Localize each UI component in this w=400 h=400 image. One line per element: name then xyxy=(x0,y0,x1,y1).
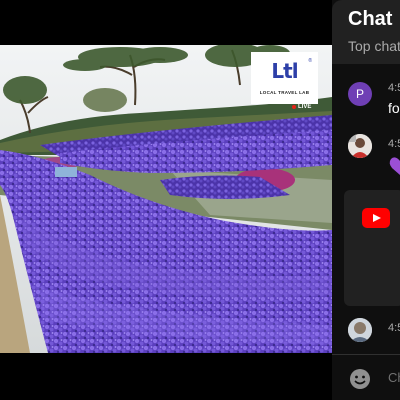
brand-name: LOCAL TRAVEL LAB xyxy=(259,90,310,95)
chat-input-bar: Ch xyxy=(332,354,400,400)
message-timestamp: 4:5 xyxy=(388,138,400,150)
chat-input-field[interactable]: Ch xyxy=(388,370,400,385)
registered-mark: ® xyxy=(308,58,312,64)
chat-title: Chat xyxy=(348,8,393,30)
live-chat-panel: Chat Top chat P 4:5 fo 4:5 4:5 xyxy=(332,0,400,400)
live-badge: LIVE xyxy=(292,104,311,110)
chat-mode-selector[interactable]: Top chat xyxy=(348,38,400,54)
avatar[interactable] xyxy=(348,318,372,342)
live-label: LIVE xyxy=(298,104,312,110)
youtube-logo-icon xyxy=(362,208,390,228)
live-dot-icon xyxy=(292,105,296,109)
message-timestamp: 4:5 xyxy=(388,82,400,94)
chat-header: Chat Top chat xyxy=(332,0,400,64)
avatar[interactable] xyxy=(348,134,372,158)
promo-card[interactable] xyxy=(344,190,400,306)
brand-logo: Ltl ® LOCAL TRAVEL LAB xyxy=(251,52,318,104)
purple-heart-icon xyxy=(389,157,400,175)
message-text: fo xyxy=(388,100,400,116)
user-photo-icon xyxy=(348,318,372,342)
emoji-smile-icon[interactable] xyxy=(348,367,372,391)
avatar[interactable]: P xyxy=(348,82,372,106)
video-player[interactable]: Ltl ® LOCAL TRAVEL LAB LIVE xyxy=(0,0,332,400)
message-timestamp: 4:5 xyxy=(388,322,400,334)
user-photo-icon xyxy=(348,134,372,158)
